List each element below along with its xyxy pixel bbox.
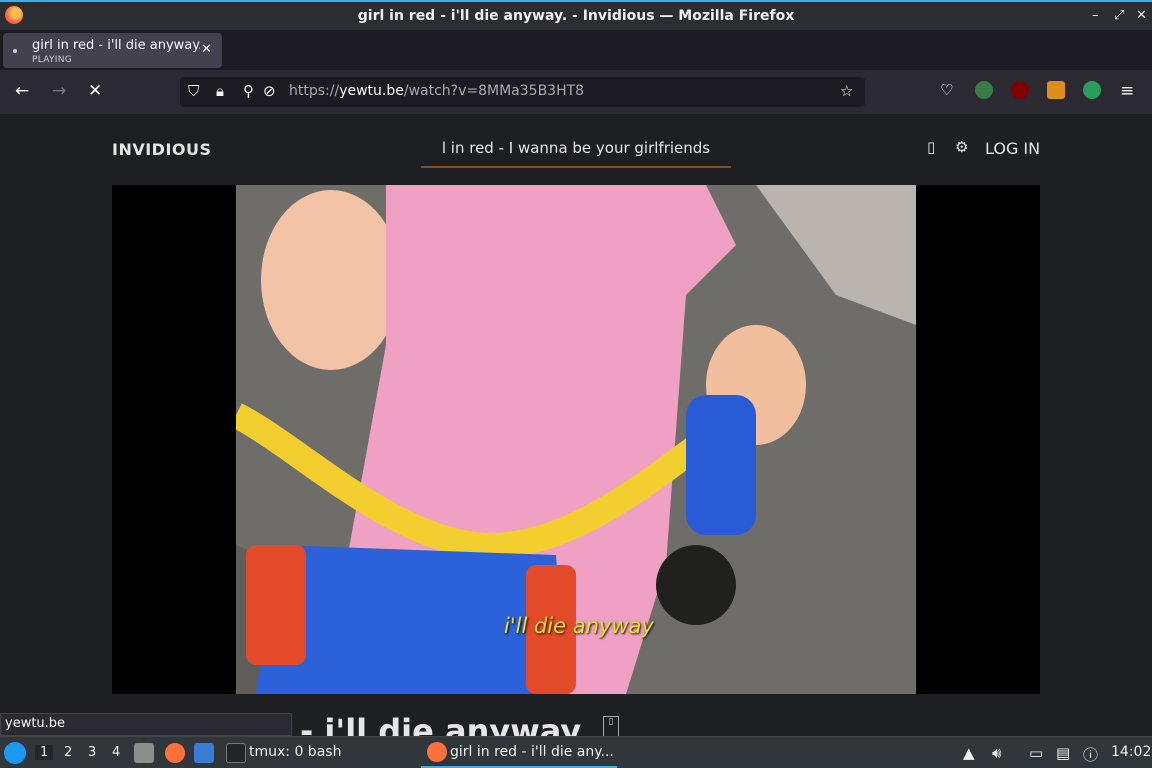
invidious-logo[interactable]: INVIDIOUS bbox=[112, 140, 212, 159]
extension-glasses-icon[interactable] bbox=[975, 81, 993, 99]
taskbar-terminal[interactable]: tmux: 0 bash bbox=[249, 744, 341, 760]
workspace-2[interactable]: 2 bbox=[64, 745, 72, 760]
settings-icon[interactable]: ⚙ bbox=[955, 138, 968, 156]
ublock-icon[interactable] bbox=[1011, 81, 1029, 99]
taskbar-firefox-title: girl in red - i'll die any... bbox=[450, 744, 614, 760]
tab-title: girl in red - i'll die anyway. - Invidio… bbox=[32, 38, 200, 53]
status-link-preview: yewtu.be bbox=[0, 713, 292, 736]
firefox-launcher-icon[interactable] bbox=[165, 743, 185, 763]
page-content: INVIDIOUS l in red - I wanna be your gir… bbox=[0, 114, 1152, 736]
taskbar-firefox-task[interactable]: girl in red - i'll die any... bbox=[421, 737, 617, 768]
workspace-4[interactable]: 4 bbox=[112, 745, 120, 760]
pocket-icon[interactable]: ♡ bbox=[940, 81, 953, 99]
notification-icon[interactable]: ⓘ bbox=[1083, 744, 1098, 765]
tab-favicon-icon bbox=[13, 49, 17, 53]
bookmark-star-icon[interactable]: ☆ bbox=[840, 82, 853, 100]
network-icon[interactable]: ▭ bbox=[1029, 744, 1043, 762]
shield-icon[interactable]: ⛉ bbox=[188, 82, 199, 100]
workspace-3[interactable]: 3 bbox=[88, 745, 96, 760]
tab-close-icon[interactable]: ✕ bbox=[201, 42, 212, 57]
lock-icon[interactable]: 🔒︎ bbox=[216, 82, 224, 100]
login-link[interactable]: LOG IN bbox=[985, 139, 1040, 158]
volume-icon[interactable]: 🔊︎ bbox=[992, 744, 1001, 762]
file-manager-icon[interactable] bbox=[134, 743, 154, 763]
taskbar-firefox-icon bbox=[427, 742, 447, 762]
maximize-icon[interactable]: ⤢ bbox=[1114, 8, 1124, 23]
tray-arrow-icon[interactable]: ▲ bbox=[963, 744, 975, 762]
stop-icon[interactable]: ✕ bbox=[88, 81, 102, 101]
tab-bar: girl in red - i'll die anyway. - Invidio… bbox=[0, 30, 1152, 92]
tab-active[interactable]: girl in red - i'll die anyway. - Invidio… bbox=[3, 33, 222, 68]
back-icon[interactable]: ← bbox=[15, 81, 29, 101]
terminal-icon[interactable] bbox=[226, 743, 246, 763]
clock: 14:02 bbox=[1111, 744, 1152, 760]
forward-icon[interactable]: → bbox=[52, 81, 66, 101]
permissions-icon[interactable]: ⚲ bbox=[243, 82, 254, 100]
nav-toolbar: ← → ✕ ⛉ 🔒︎ ⚲ ⊘ https://yewtu.be/watch?v=… bbox=[0, 70, 1152, 158]
video-title: - i'll die anyway bbox=[300, 712, 582, 736]
clipboard-icon[interactable]: ▤ bbox=[1056, 744, 1070, 762]
video-player[interactable]: i'll die anyway bbox=[112, 185, 1040, 694]
window-title: girl in red - i'll die anyway. - Invidio… bbox=[357, 8, 795, 24]
search-input[interactable]: l in red - I wanna be your girlfriends bbox=[421, 136, 731, 168]
tracking-off-icon[interactable]: ⊘ bbox=[263, 82, 276, 100]
menu-icon[interactable]: ≡ bbox=[1120, 81, 1134, 101]
url-bar[interactable]: ⛉ 🔒︎ ⚲ ⊘ https://yewtu.be/watch?v=8MMa35… bbox=[180, 77, 865, 107]
title-action-icon[interactable]: ▯ bbox=[603, 716, 619, 736]
firefox-icon bbox=[5, 6, 23, 24]
tab-status: PLAYING bbox=[32, 55, 73, 65]
theme-toggle-icon[interactable]: ▯ bbox=[927, 138, 935, 156]
workspace-1[interactable]: 1 bbox=[35, 745, 54, 760]
extension-sync-icon[interactable] bbox=[1083, 81, 1101, 99]
minimize-icon[interactable]: – bbox=[1092, 8, 1099, 23]
url-text[interactable]: https://yewtu.be/watch?v=8MMa35B3HT8 bbox=[289, 83, 584, 99]
taskbar: 1 2 3 4 tmux: 0 bash girl in red - i'll … bbox=[0, 736, 1152, 768]
window-titlebar: girl in red - i'll die anyway. - Invidio… bbox=[0, 0, 1152, 30]
video-subtitle: i'll die anyway bbox=[504, 614, 654, 638]
desktop-icon[interactable] bbox=[194, 743, 214, 763]
close-window-icon[interactable]: ✕ bbox=[1136, 8, 1147, 23]
app-launcher-icon[interactable] bbox=[4, 742, 26, 764]
video-frame[interactable]: i'll die anyway bbox=[236, 185, 916, 694]
extension-box-icon[interactable] bbox=[1047, 81, 1065, 99]
